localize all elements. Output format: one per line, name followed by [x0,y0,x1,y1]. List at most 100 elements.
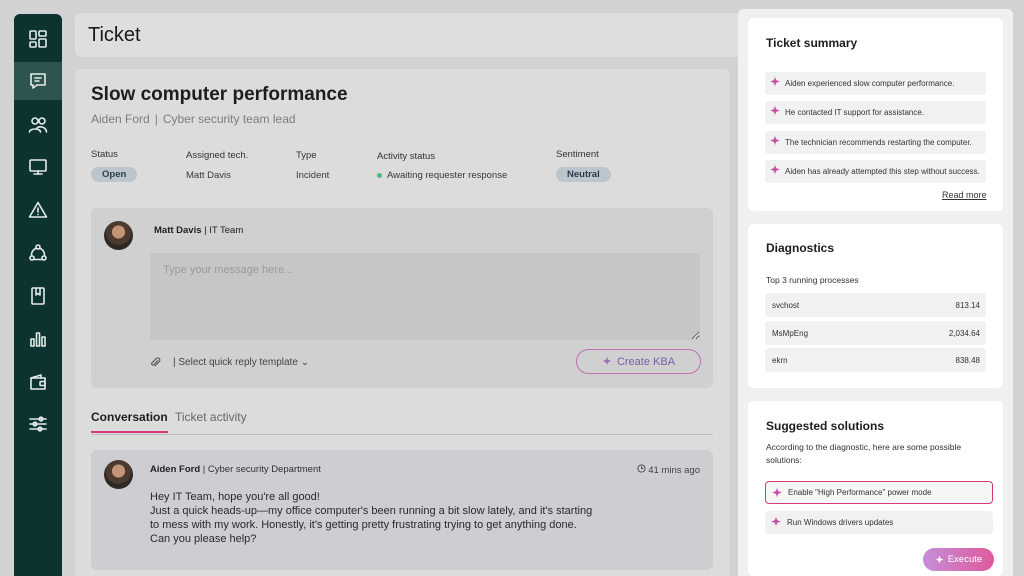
quick-reply-label: | Select quick reply template [173,357,298,368]
avatar [104,460,133,489]
dashboard-icon [29,30,47,48]
alert-triangle-icon [28,201,48,218]
process-value: 838.48 [955,356,980,365]
ai-assistant-drawer: Ticket summary Aiden experienced slow co… [738,9,1013,576]
type-label: Type [296,150,317,161]
message-time: 41 mins ago [637,464,700,476]
suggested-solutions-subtitle: According to the diagnostic, here are so… [766,442,962,465]
process-name: MsMpEng [772,329,809,338]
message-line: Can you please help? [150,533,257,545]
sidebar-item-users[interactable] [14,106,62,144]
sparkle-icon [770,105,780,116]
users-icon [28,117,48,133]
activity-status-text: Awaiting requester response [387,170,508,181]
solution-item-driver-updates[interactable]: Run Windows drivers updates [765,511,993,534]
summary-item: Aiden experienced slow computer performa… [765,72,986,95]
summary-item-text: The technician recommends restarting the… [785,138,972,147]
sliders-icon [29,416,47,432]
sparkle-icon [772,487,782,498]
process-row: MsMpEng 2,034.64 [765,321,986,345]
suggested-solutions-card: Suggested solutions According to the dia… [748,401,1003,576]
process-value: 813.14 [955,301,980,310]
status-dot [377,172,382,178]
message-input[interactable] [150,253,700,340]
message-body: Hey IT Team, hope you're all good! Just … [150,490,610,546]
message-author: Aiden Ford | Cyber security Department [150,464,321,475]
message-line: Just a quick heads-up—my office computer… [150,505,593,517]
chevron-down-icon: ⌄ [300,357,310,368]
ticket-title: Slow computer performance [91,84,348,105]
process-row: ekrn 838.48 [765,348,986,372]
sentiment-badge: Neutral [556,167,611,182]
summary-item: The technician recommends restarting the… [765,131,986,154]
sidebar-item-alerts[interactable] [14,191,62,229]
ticket-panel: Slow computer performance Aiden Ford | Cyb… [75,69,730,576]
execute-label: Execute [947,554,983,565]
ticket-summary-title: Ticket summary [766,36,858,50]
solution-item-high-performance[interactable]: Enable "High Performance" power mode [765,481,993,504]
monitor-icon [29,159,47,175]
diagnostics-card: Diagnostics Top 3 running processes svch… [748,224,1003,388]
type-value[interactable]: Incident [296,170,329,181]
tab-ticket-activity[interactable]: Ticket activity [175,410,247,424]
network-icon [29,244,47,261]
avatar [104,221,133,250]
requester-name[interactable]: Aiden Ford [91,112,150,126]
status-label: Status [91,149,118,160]
sidebar-item-tickets[interactable] [14,62,62,100]
requester-info: Aiden Ford | Cyber security team lead [91,112,296,126]
conversation-tabs: Conversation Ticket activity [91,409,713,435]
message-author-dept: | Cyber security Department [202,464,321,475]
reply-composer: Matt Davis | IT Team | Select quick repl… [91,208,713,388]
read-more-link[interactable]: Read more [942,190,987,200]
process-row: svchost 813.14 [765,293,986,317]
sentiment-label: Sentiment [556,149,599,160]
ticket-summary-card: Ticket summary Aiden experienced slow co… [748,18,1003,211]
composer-author: Matt Davis | IT Team [154,225,243,236]
sidebar [14,14,62,576]
page-title: Ticket [88,24,141,46]
sidebar-item-reports[interactable] [14,320,62,358]
sidebar-item-network[interactable] [14,234,62,272]
quick-reply-template-select[interactable]: | Select quick reply template ⌄ [173,357,309,368]
book-icon [31,287,45,305]
sidebar-item-knowledge-base[interactable] [14,277,62,315]
chat-icon [30,73,46,89]
sidebar-item-devices[interactable] [14,148,62,186]
composer-author-team: | IT Team [204,225,244,236]
message-time-text: 41 mins ago [648,465,700,476]
sidebar-item-billing[interactable] [14,363,62,401]
summary-item-text: He contacted IT support for assistance. [785,108,925,117]
bar-chart-icon [30,332,46,347]
process-name: ekrn [772,356,788,365]
sparkle-icon [602,356,612,367]
execute-button[interactable]: Execute [923,548,994,571]
diagnostics-subtitle: Top 3 running processes [766,275,859,285]
tab-conversation[interactable]: Conversation [91,410,168,433]
activity-status-label: Activity status [377,151,436,162]
sparkle-icon [771,516,781,527]
sparkle-icon [770,135,780,146]
process-value: 2,034.64 [948,329,980,338]
message-author-name: Aiden Ford [150,464,201,475]
requester-role: Cyber security team lead [162,112,296,126]
create-kba-label: Create KBA [616,355,676,368]
message-line: to mess with my work. Honestly, it's get… [150,519,577,531]
attachment-icon[interactable] [150,357,161,371]
summary-item-text: Aiden has already attempted this step wi… [785,167,980,176]
create-kba-button[interactable]: Create KBA [576,349,701,374]
diagnostics-title: Diagnostics [766,241,835,255]
conversation-message: Aiden Ford | Cyber security Department 4… [91,450,713,570]
solution-item-label: Enable "High Performance" power mode [788,488,932,497]
solution-item-label: Run Windows drivers updates [787,518,894,527]
status-badge[interactable]: Open [91,167,138,182]
suggested-solutions-title: Suggested solutions [766,419,885,433]
message-line: Hey IT Team, hope you're all good! [150,491,320,503]
assigned-tech-value[interactable]: Matt Davis [186,170,231,181]
sidebar-item-settings[interactable] [14,405,62,443]
activity-status-value: Awaiting requester response [377,170,507,181]
sidebar-item-dashboard[interactable] [14,20,62,58]
sparkle-icon [935,554,944,564]
summary-item-text: Aiden experienced slow computer performa… [785,79,955,88]
page-header: Ticket [75,13,775,57]
